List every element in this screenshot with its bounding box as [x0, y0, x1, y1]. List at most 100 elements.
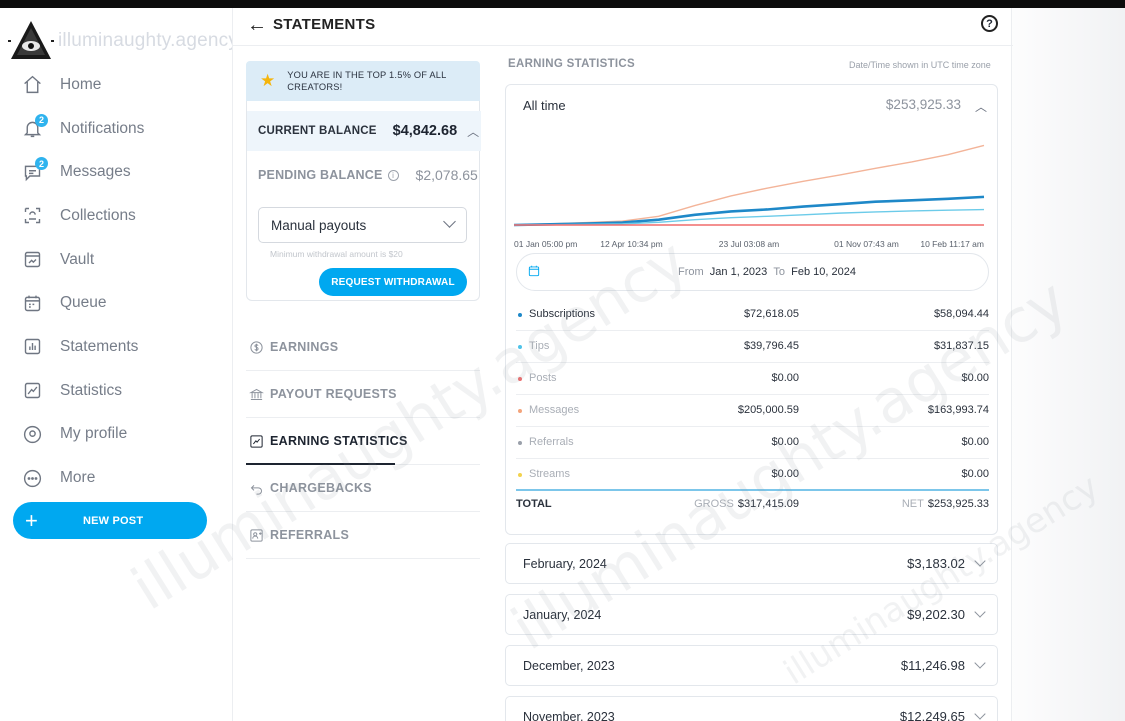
row-net: $0.00 — [961, 436, 989, 448]
new-post-button[interactable]: + NEW POST — [13, 502, 207, 539]
net-label: NET — [901, 498, 924, 510]
new-post-label: NEW POST — [83, 514, 144, 527]
current-balance-row[interactable]: CURRENT BALANCE $4,842.68 ︿ — [247, 111, 481, 151]
chevron-down-icon — [974, 708, 986, 720]
chevron-down-icon — [974, 555, 986, 567]
collections-icon — [21, 205, 43, 227]
series-dot — [518, 473, 522, 477]
sidebar-item-label: Notifications — [60, 119, 145, 137]
row-gross: $72,618.05 — [743, 308, 799, 320]
date-range-picker[interactable]: From Jan 1, 2023 To Feb 10, 2024 — [516, 253, 989, 291]
total-net: NET $253,925.33 — [902, 498, 989, 510]
month-row-january-2024[interactable]: January, 2024 $9,202.30 — [505, 594, 998, 635]
sidebar-item-more[interactable]: More — [0, 456, 232, 500]
row-name: Tips — [529, 340, 550, 352]
range-label[interactable]: All time — [523, 98, 566, 113]
row-net: $163,993.74 — [927, 404, 989, 416]
month-row-december-2023[interactable]: December, 2023 $11,246.98 — [505, 645, 998, 686]
row-name: Subscriptions — [529, 308, 596, 320]
home-icon — [21, 74, 43, 96]
menu-item-earning-statistics[interactable]: EARNING STATISTICS — [246, 418, 480, 465]
series-line-messages — [513, 144, 985, 226]
series-dot — [518, 409, 522, 413]
row-net: $0.00 — [961, 372, 989, 384]
payout-method-value: Manual payouts — [271, 217, 367, 233]
to-label: To — [773, 266, 786, 278]
menu-item-referrals[interactable]: REFERRALS — [246, 512, 480, 559]
menu-item-label: REFERRALS — [270, 528, 350, 542]
month-amount: $11,246.98 — [900, 658, 965, 673]
menu-item-earnings[interactable]: EARNINGS — [246, 324, 480, 371]
undo-icon — [248, 480, 264, 496]
plus-icon: + — [25, 507, 38, 533]
sidebar: illuminaughty.agency Home 2 Notification… — [0, 8, 238, 721]
date-range-text: From Jan 1, 2023 To Feb 10, 2024 — [678, 266, 856, 278]
from-date: Jan 1, 2023 — [709, 266, 768, 278]
message-badge: 2 — [35, 157, 48, 171]
sidebar-item-messages[interactable]: 2 Messages — [0, 150, 232, 194]
month-row-february-2024[interactable]: February, 2024 $3,183.02 — [505, 543, 998, 584]
sidebar-item-collections[interactable]: Collections — [0, 194, 232, 238]
brand-name: illuminaughty.agency — [58, 30, 239, 51]
chevron-up-icon[interactable]: ︿ — [467, 123, 479, 140]
sidebar-item-vault[interactable]: Vault — [0, 238, 232, 282]
total-gross-value: $317,415.09 — [737, 498, 799, 510]
row-gross: $205,000.59 — [737, 404, 799, 416]
sidebar-item-label: My profile — [60, 425, 128, 443]
row-name: Posts — [529, 372, 557, 384]
sidebar-item-statistics[interactable]: Statistics — [0, 369, 232, 413]
help-icon[interactable]: ? — [981, 15, 998, 32]
month-amount: $3,183.02 — [907, 556, 965, 571]
row-gross: $39,796.45 — [743, 340, 799, 352]
message-icon: 2 — [21, 157, 48, 183]
timezone-note: Date/Time shown in UTC time zone — [849, 60, 991, 70]
series-dot — [518, 377, 522, 381]
earning-statistics-title: EARNING STATISTICS — [508, 58, 636, 70]
row-gross: $0.00 — [771, 372, 799, 384]
x-tick-label: 01 Jan 05:00 pm — [514, 239, 577, 249]
current-balance-label: CURRENT BALANCE — [258, 125, 377, 137]
sidebar-item-queue[interactable]: Queue — [0, 281, 232, 325]
chevron-down-icon — [974, 606, 986, 618]
chevron-down-icon — [443, 215, 456, 228]
statistics-icon — [21, 380, 43, 402]
row-name: Referrals — [529, 436, 574, 448]
payout-method-select[interactable]: Manual payouts — [258, 207, 467, 243]
month-name: February, 2024 — [523, 557, 607, 571]
earnings-breakdown: Subscriptions $72,618.05 $58,094.44 Tips… — [516, 299, 989, 491]
back-arrow-icon[interactable]: ← — [247, 14, 267, 37]
menu-item-chargebacks[interactable]: CHARGEBACKS — [246, 465, 480, 512]
star-icon: ★ — [260, 71, 276, 90]
menu-item-payout-requests[interactable]: PAYOUT REQUESTS — [246, 371, 480, 418]
top-creator-banner: ★ YOU ARE IN THE TOP 1.5% OF ALL CREATOR… — [246, 61, 480, 101]
month-name: January, 2024 — [523, 608, 602, 622]
referral-icon — [248, 527, 264, 543]
series-dot — [518, 441, 522, 445]
sidebar-item-notifications[interactable]: 2 Notifications — [0, 107, 232, 151]
chevron-up-icon[interactable]: ︿ — [975, 98, 987, 115]
statements-menu: EARNINGS PAYOUT REQUESTS EARNING STATIST… — [246, 324, 480, 559]
sidebar-item-home[interactable]: Home — [0, 63, 232, 107]
range-total: $253,925.33 — [885, 97, 961, 112]
logo-icon[interactable] — [8, 18, 54, 64]
sidebar-item-label: Home — [60, 75, 102, 93]
x-tick-label: 01 Nov 07:43 am — [834, 239, 899, 249]
month-row-november-2023[interactable]: November, 2023 $12,249.65 — [505, 696, 998, 721]
statements-icon — [21, 336, 43, 358]
minimum-withdrawal-note: Minimum withdrawal amount is $20 — [270, 249, 403, 259]
sidebar-item-label: More — [60, 469, 96, 487]
request-withdrawal-button[interactable]: REQUEST WITHDRAWAL — [319, 268, 467, 296]
bank-icon — [248, 386, 264, 402]
chevron-down-icon — [974, 657, 986, 669]
table-row: Streams $0.00 $0.00 — [516, 459, 989, 491]
sidebar-item-label: Statements — [60, 337, 139, 355]
page-title: STATEMENTS — [273, 16, 376, 33]
x-tick-label: 10 Feb 11:17 am — [920, 239, 984, 249]
balance-card: CURRENT BALANCE $4,842.68 ︿ PENDING BALA… — [246, 101, 481, 301]
statistics-card: All time $253,925.33 ︿ 01 Jan 05:00 pm 12… — [505, 84, 998, 535]
sidebar-item-label: Collections — [60, 206, 136, 224]
info-icon[interactable]: i — [387, 169, 399, 181]
sidebar-item-my-profile[interactable]: My profile — [0, 413, 232, 457]
month-amount: $9,202.30 — [907, 607, 965, 622]
sidebar-item-statements[interactable]: Statements — [0, 325, 232, 369]
